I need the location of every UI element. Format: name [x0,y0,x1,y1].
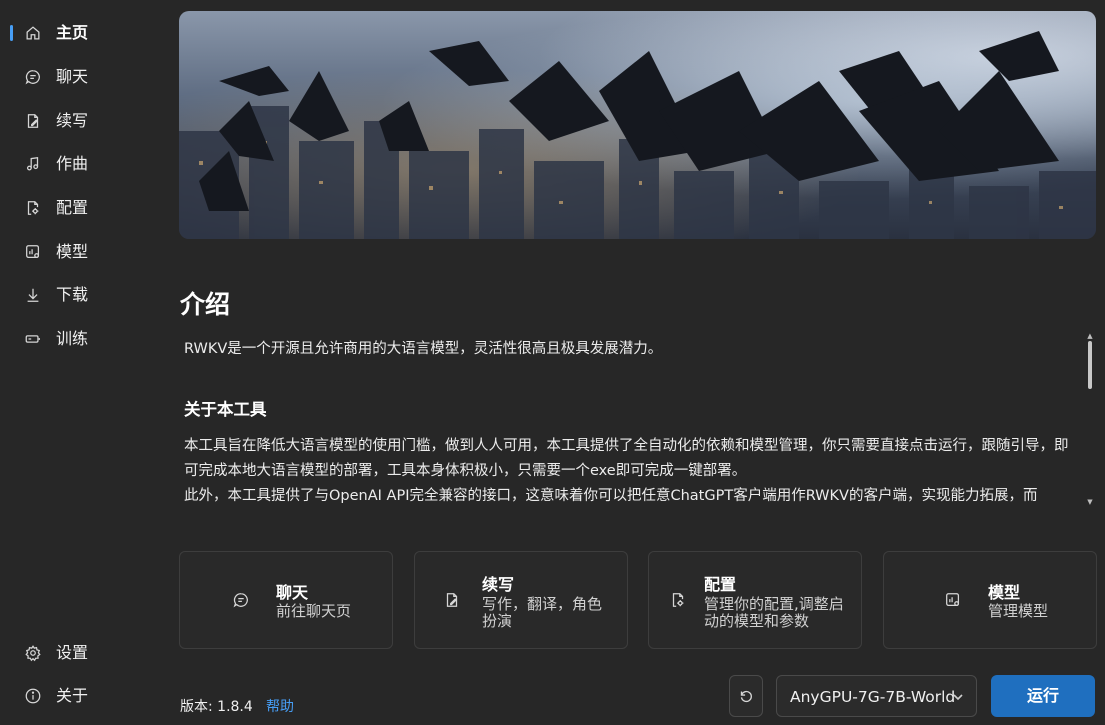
data-settings-icon [944,591,962,609]
model-select[interactable]: AnyGPU-7G-7B-World [776,675,977,717]
sidebar-item-label: 设置 [56,643,89,662]
card-description: 管理你的配置,调整启动的模型和参数 [704,595,844,630]
indicator [10,244,13,260]
sidebar: 主页 聊天 续写 作曲 配置 模型 下载 训练 设置 关于 [0,0,160,725]
scroll-up-arrow-icon[interactable]: ▲ [1086,333,1094,340]
sidebar-item-label: 下载 [56,285,89,304]
sidebar-item-label: 续写 [56,111,89,130]
help-link[interactable]: 帮助 [266,698,294,716]
sidebar-item-models[interactable]: 模型 [6,234,154,270]
sidebar-item-completion[interactable]: 续写 [6,103,154,139]
intro-paragraph: RWKV是一个开源且允许商用的大语言模型，灵活性很高且极具发展潜力。 [184,341,663,357]
gear-icon [24,644,42,662]
indicator [10,113,13,129]
configs-card[interactable]: 配置 管理你的配置,调整启动的模型和参数 [648,551,862,649]
info-icon [24,687,42,705]
music-note-icon [24,155,42,173]
card-description: 前往聊天页 [276,602,352,620]
chevron-down-icon [951,689,965,703]
sidebar-item-downloads[interactable]: 下载 [6,277,154,313]
reset-button[interactable] [729,675,763,717]
about-tool-text: 本工具旨在降低大语言模型的使用门槛，做到人人可用，本工具提供了全自动化的依赖和模… [184,434,1074,506]
sidebar-item-label: 训练 [56,329,89,348]
download-arrow-icon [24,286,42,304]
active-indicator [10,25,13,41]
sidebar-item-label: 配置 [56,198,89,217]
document-settings-icon [669,591,687,609]
scroll-down-arrow-icon[interactable]: ▼ [1086,499,1094,506]
sidebar-item-about[interactable]: 关于 [6,678,154,714]
home-icon [24,24,42,42]
completion-card[interactable]: 续写 写作，翻译，角色扮演 [414,551,628,649]
about-tool-heading: 关于本工具 [184,400,267,419]
indicator [10,287,13,303]
intro-title: 介绍 [180,290,231,319]
banner-image [179,11,1096,239]
document-settings-icon [24,199,42,217]
sidebar-item-label: 主页 [56,23,89,42]
run-button[interactable]: 运行 [991,675,1095,717]
chat-icon [232,591,250,609]
content-scrollbar[interactable]: ▲ ▼ [1086,333,1094,506]
sidebar-item-label: 作曲 [56,154,89,173]
data-settings-icon [24,243,42,261]
sidebar-item-train[interactable]: 训练 [6,321,154,357]
card-title: 聊天 [276,583,309,602]
indicator [10,645,13,661]
sidebar-item-home[interactable]: 主页 [6,15,154,51]
sidebar-item-composition[interactable]: 作曲 [6,146,154,182]
card-title: 配置 [704,575,737,594]
model-select-value: AnyGPU-7G-7B-World [790,688,956,706]
about-tool-paragraph: 本工具旨在降低大语言模型的使用门槛，做到人人可用，本工具提供了全自动化的依赖和模… [184,438,1069,479]
indicator [10,156,13,172]
document-edit-icon [443,591,461,609]
chat-card[interactable]: 聊天 前往聊天页 [179,551,393,649]
sidebar-item-label: 模型 [56,242,89,261]
card-description: 管理模型 [988,602,1049,620]
app-window: 主页 聊天 续写 作曲 配置 模型 下载 训练 设置 关于 介绍 RWKV是一个… [0,0,1105,725]
arrow-reset-icon [737,687,755,705]
sidebar-item-settings[interactable]: 设置 [6,635,154,671]
battery-icon [24,330,42,348]
sidebar-item-label: 关于 [56,686,89,705]
indicator [10,688,13,704]
sidebar-item-chat[interactable]: 聊天 [6,59,154,95]
indicator [10,331,13,347]
about-tool-paragraph-2: 此外，本工具提供了与OpenAI API完全兼容的接口，这意味着你可以把任意Ch… [184,488,1038,504]
sidebar-item-configs[interactable]: 配置 [6,190,154,226]
chat-icon [24,68,42,86]
indicator [10,69,13,85]
document-edit-icon [24,112,42,130]
intro-content[interactable]: RWKV是一个开源且允许商用的大语言模型，灵活性很高且极具发展潜力。 关于本工具… [180,334,1075,506]
version-label: 版本: 1.8.4 [180,699,253,715]
card-title: 续写 [482,575,515,594]
indicator [10,200,13,216]
card-title: 模型 [988,583,1021,602]
card-description: 写作，翻译，角色扮演 [482,595,603,630]
scrollbar-thumb[interactable] [1088,341,1092,389]
sidebar-item-label: 聊天 [56,67,89,86]
models-card[interactable]: 模型 管理模型 [883,551,1097,649]
